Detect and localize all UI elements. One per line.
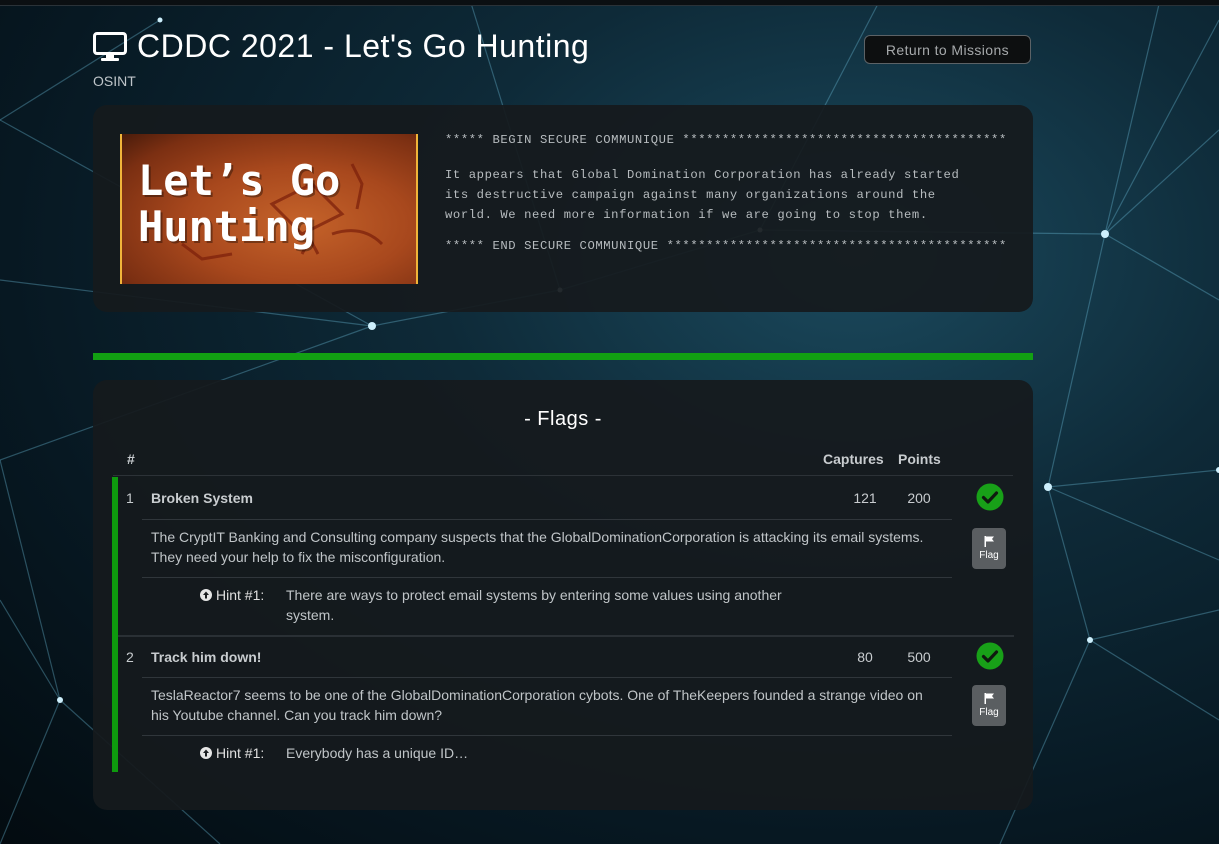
column-header-captures: Captures (823, 451, 884, 467)
row-divider (142, 735, 952, 736)
hint-label[interactable]: Hint #1: (200, 745, 264, 761)
flag-number: 2 (126, 649, 134, 665)
flag-icon (984, 693, 994, 704)
hint-label-text: Hint #1: (216, 745, 265, 761)
column-header-points: Points (898, 451, 941, 467)
mission-image-line-2: Hunting (138, 202, 316, 251)
top-bar (0, 0, 1219, 6)
row-accent (112, 477, 118, 636)
communique-end: ***** END SECURE COMMUNIQUE ************… (445, 239, 1007, 253)
flag-description: TeslaReactor7 seems to be one of the Glo… (151, 687, 923, 723)
check-circle-icon (976, 642, 1004, 670)
flag-captures: 121 (853, 490, 877, 506)
check-circle-icon (976, 483, 1004, 511)
row-divider (142, 519, 952, 520)
flag-button-label: Flag (979, 550, 999, 561)
communique-begin: ***** BEGIN SECURE COMMUNIQUE **********… (445, 133, 1007, 147)
flag-icon (984, 536, 994, 547)
row-accent (112, 636, 118, 772)
submit-flag-button[interactable]: Flag (972, 528, 1006, 569)
hint-text: There are ways to protect email systems … (286, 587, 782, 623)
return-to-missions-button[interactable]: Return to Missions (864, 35, 1031, 64)
category-label: OSINT (93, 73, 136, 89)
row-divider (142, 577, 952, 578)
flags-title: - Flags - (524, 408, 602, 430)
row-divider (142, 677, 952, 678)
flags-panel: - Flags - # Captures Points 1 Broken Sys… (93, 380, 1033, 810)
hint-label[interactable]: Hint #1: (200, 587, 264, 603)
flag-points: 200 (907, 490, 931, 506)
monitor-icon (93, 31, 127, 61)
column-header-num: # (127, 451, 135, 467)
flag-description: The CryptIT Banking and Consulting compa… (151, 529, 924, 565)
flag-points: 500 (907, 649, 931, 665)
arrow-circle-up-icon (200, 747, 212, 759)
communique-body: It appears that Global Domination Corpor… (445, 168, 960, 222)
flag-row: 2 Track him down! 80 500 TeslaReactor7 s… (112, 636, 1014, 772)
hint-text: Everybody has a unique ID… (286, 745, 469, 761)
arrow-circle-up-icon (200, 589, 212, 601)
hint-label-text: Hint #1: (216, 587, 265, 603)
submit-flag-button[interactable]: Flag (972, 685, 1006, 726)
mission-image-text: Let’s Go Hunting (138, 158, 340, 250)
flag-row: 1 Broken System 121 200 The CryptIT Bank… (112, 477, 1014, 636)
page-title: CDDC 2021 - Let's Go Hunting (93, 28, 589, 65)
flag-button-label: Flag (979, 707, 999, 718)
flag-captures: 80 (857, 649, 873, 665)
flag-number: 1 (126, 490, 134, 506)
mission-description-panel: Let’s Go Hunting ***** BEGIN SECURE COMM… (93, 105, 1033, 312)
progress-divider (93, 353, 1033, 360)
flag-name: Track him down! (151, 649, 262, 665)
header-divider (113, 475, 1013, 476)
mission-image-line-1: Let’s Go (138, 156, 341, 205)
page-title-text: CDDC 2021 - Let's Go Hunting (137, 28, 590, 64)
flag-name: Broken System (151, 490, 253, 506)
mission-image: Let’s Go Hunting (120, 134, 418, 284)
